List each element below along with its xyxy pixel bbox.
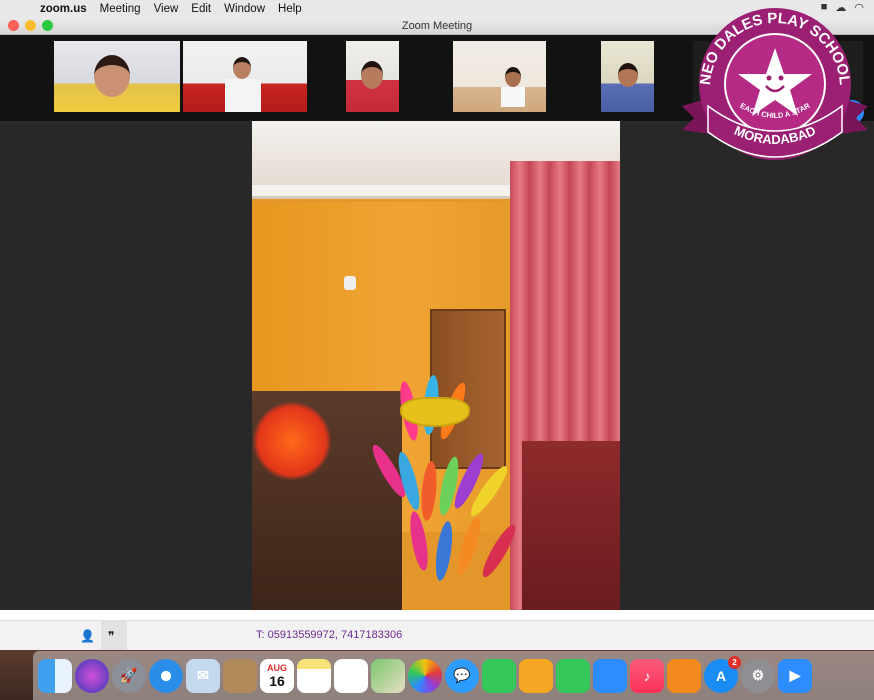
participant-video-tile[interactable] <box>601 41 654 112</box>
appstore-icon[interactable]: A 2 <box>704 655 741 693</box>
appstore-badge: 2 <box>728 655 741 669</box>
safari-icon[interactable] <box>149 658 183 693</box>
photos-icon[interactable] <box>408 658 442 693</box>
participant-video-tile[interactable] <box>453 41 546 112</box>
messages-icon[interactable]: 💬 <box>445 658 479 693</box>
wall-lamp <box>344 276 356 290</box>
calendar-month: AUG <box>267 662 287 673</box>
music-icon[interactable]: ♪ <box>630 658 664 693</box>
maps-icon[interactable] <box>371 658 405 693</box>
menu-view[interactable]: View <box>154 3 179 15</box>
macos-dock: 🚀 ✉ AUG 16 💬 ♪ A 2 ⚙ ▶ <box>33 651 874 700</box>
mail-icon[interactable]: ✉ <box>186 658 220 693</box>
contacts-icon[interactable] <box>223 658 257 693</box>
school-logo: NEO DALES PLAY SCHOOL EACH CHILD A STAR … <box>682 8 868 160</box>
menu-app-name[interactable]: zoom.us <box>40 3 87 15</box>
menu-meeting[interactable]: Meeting <box>100 3 141 15</box>
speech-bubble-icon[interactable]: ❞ <box>108 629 114 643</box>
orange-prop <box>252 401 332 481</box>
notes-icon[interactable] <box>297 658 331 693</box>
facetime-icon[interactable] <box>482 658 516 693</box>
launchpad-icon[interactable]: 🚀 <box>112 658 146 693</box>
golden-mask <box>400 397 470 427</box>
keynote-icon[interactable] <box>593 658 627 693</box>
participant-video-tile[interactable] <box>183 41 307 112</box>
contact-bar: 👤 ❞ T: 05913559972, 7417183306 <box>0 620 874 651</box>
numbers-icon[interactable] <box>556 658 590 693</box>
pages-icon[interactable] <box>519 658 553 693</box>
participant-video-tile[interactable] <box>54 41 180 112</box>
menu-edit[interactable]: Edit <box>191 3 211 15</box>
active-speaker-area <box>0 121 874 610</box>
books-icon[interactable] <box>667 658 701 693</box>
finder-icon[interactable] <box>38 658 72 693</box>
calendar-day: 16 <box>269 672 285 689</box>
siri-icon[interactable] <box>75 658 109 693</box>
zoom-icon[interactable]: ▶ <box>778 658 812 693</box>
active-speaker-video[interactable] <box>252 121 620 610</box>
person-icon[interactable]: 👤 <box>80 629 95 643</box>
participant-video-tile[interactable] <box>346 41 399 112</box>
phone-numbers: T: 05913559972, 7417183306 <box>256 629 403 641</box>
system-preferences-icon[interactable]: ⚙ <box>741 658 775 693</box>
reminders-icon[interactable] <box>334 658 368 693</box>
calendar-icon[interactable]: AUG 16 <box>260 658 294 693</box>
menu-help[interactable]: Help <box>278 3 302 15</box>
menu-window[interactable]: Window <box>224 3 265 15</box>
